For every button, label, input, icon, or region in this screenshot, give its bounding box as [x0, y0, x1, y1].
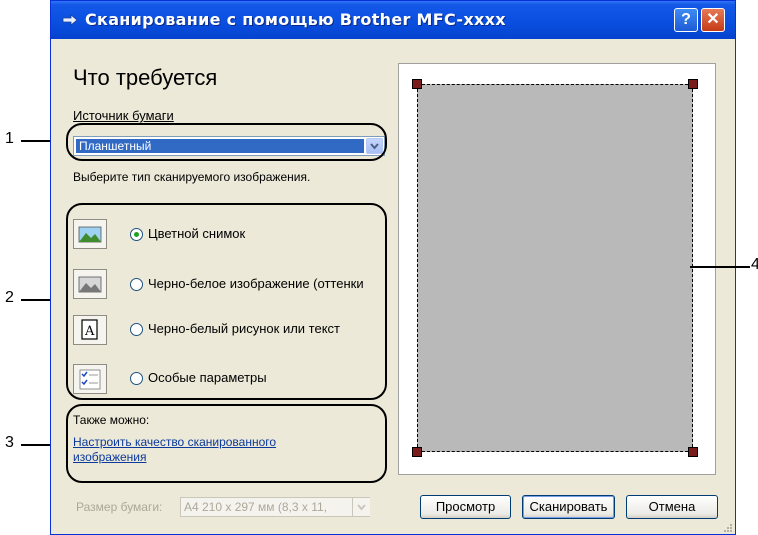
paper-size-dropdown-button	[352, 498, 370, 516]
title-bar[interactable]: Сканирование с помощью Brother MFC-xxxx …	[51, 1, 735, 39]
paper-source-label: Источник бумаги	[73, 108, 174, 123]
top-right-crop-handle[interactable]	[688, 79, 698, 89]
image-type-prompt: Выберите тип сканируемого изображения.	[73, 170, 311, 184]
cancel-button[interactable]: Отмена	[626, 495, 718, 519]
preview-button[interactable]: Просмотр	[420, 495, 511, 519]
paper-size-value: A4 210 x 297 мм (8,3 x 11,	[184, 500, 328, 514]
close-button[interactable]: ✕	[701, 8, 725, 32]
callout-adjust-quality	[66, 404, 387, 483]
paper-source-label-text: Источник бумаги	[73, 108, 174, 123]
annotation-2: 2	[5, 289, 14, 306]
window-title: Сканирование с помощью Brother MFC-xxxx	[85, 10, 506, 29]
scan-arrow-icon	[62, 14, 78, 26]
section-heading: Что требуется	[73, 65, 218, 90]
bottom-right-crop-handle[interactable]	[688, 447, 698, 457]
help-button[interactable]: ?	[674, 8, 698, 32]
preview-pane[interactable]	[398, 63, 716, 475]
top-left-crop-handle[interactable]	[412, 79, 422, 89]
annotation-4: 4	[751, 256, 758, 273]
callout-paper-source	[66, 123, 387, 161]
scan-area[interactable]	[417, 84, 693, 452]
annotation-4-line	[690, 266, 750, 268]
bottom-left-crop-handle[interactable]	[412, 447, 422, 457]
chevron-down-icon	[357, 504, 366, 511]
paper-size-select: A4 210 x 297 мм (8,3 x 11,	[180, 497, 370, 517]
paper-size-label: Размер бумаги:	[76, 500, 163, 514]
annotation-1: 1	[5, 130, 14, 147]
annotation-3: 3	[5, 434, 14, 451]
callout-image-type-options	[66, 203, 387, 400]
resize-grip-icon[interactable]	[721, 521, 733, 533]
scan-button[interactable]: Сканировать	[522, 495, 615, 519]
